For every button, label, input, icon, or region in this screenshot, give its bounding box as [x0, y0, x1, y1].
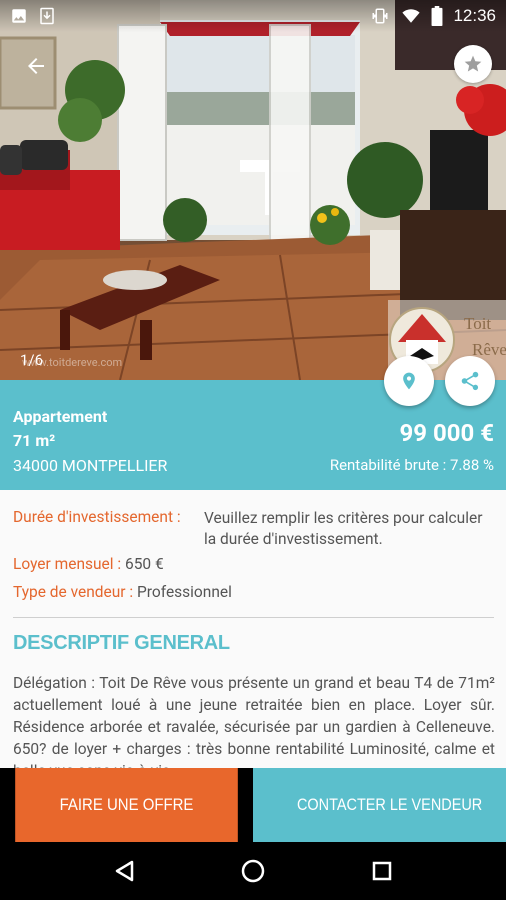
seller-type-row: Type de vendeur : Professionnel — [13, 583, 232, 601]
monthly-rent-value: 650 € — [125, 555, 164, 573]
monthly-rent-label: Loyer mensuel : — [13, 555, 122, 573]
image-icon — [12, 9, 26, 23]
divider — [13, 617, 494, 618]
seller-type-label: Type de vendeur : — [13, 583, 134, 601]
logo-text-top: Toit — [464, 314, 492, 333]
investment-duration-value: Veuillez remplir les critères pour calcu… — [204, 509, 483, 548]
map-location-button[interactable] — [384, 356, 434, 406]
nav-recents-button[interactable] — [362, 851, 402, 891]
clock: 12:36 — [453, 6, 496, 25]
square-recents-icon — [372, 861, 391, 881]
property-type: Appartement — [13, 407, 108, 426]
vibrate-icon — [372, 8, 388, 24]
property-price: 99 000 € — [399, 419, 494, 447]
make-offer-button[interactable]: FAIRE UNE OFFRE — [15, 768, 238, 842]
contact-seller-button[interactable]: CONTACTER LE VENDEUR — [253, 768, 506, 842]
description-text: Délégation : Toit De Rêve vous présente … — [13, 674, 495, 768]
triangle-back-icon — [116, 860, 134, 882]
battery-icon — [431, 6, 443, 26]
listing-details[interactable]: Durée d'investissement : Veuillez rempli… — [0, 490, 506, 768]
monthly-rent-row: Loyer mensuel : 650 € — [13, 555, 164, 573]
nav-home-button[interactable] — [233, 851, 273, 891]
make-offer-label: FAIRE UNE OFFRE — [59, 795, 194, 814]
share-icon — [461, 371, 479, 391]
seller-type-value: Professionnel — [137, 583, 232, 601]
system-nav-bar — [0, 842, 506, 900]
listing-summary: Appartement 71 m² 34000 MONTPELLIER 99 0… — [0, 380, 506, 490]
investment-duration-label: Durée d'investissement : — [13, 508, 181, 526]
contact-seller-label: CONTACTER LE VENDEUR — [297, 795, 483, 814]
nav-back-button[interactable] — [104, 851, 144, 891]
property-city: 34000 MONTPELLIER — [13, 456, 168, 475]
favorite-button[interactable] — [454, 45, 492, 83]
property-area: 71 m² — [13, 431, 56, 450]
arrow-left-icon — [28, 58, 44, 74]
location-pin-icon — [403, 372, 415, 390]
gross-yield: Rentabilité brute : 7.88 % — [329, 456, 494, 474]
star-icon — [464, 55, 482, 72]
share-button[interactable] — [445, 356, 495, 406]
property-photo[interactable]: Toit Rêve www.toitdereve.com 1/6 — [0, 0, 506, 380]
wifi-icon — [402, 9, 421, 23]
section-title: DESCRIPTIF GENERAL — [13, 632, 230, 654]
back-button[interactable] — [18, 48, 54, 84]
action-bar: FAIRE UNE OFFRE CONTACTER LE VENDEUR — [0, 768, 506, 842]
photo-counter: 1/6 — [20, 351, 44, 369]
status-bar: 12:36 — [0, 0, 506, 32]
circle-home-icon — [241, 859, 265, 883]
download-icon — [40, 7, 54, 25]
